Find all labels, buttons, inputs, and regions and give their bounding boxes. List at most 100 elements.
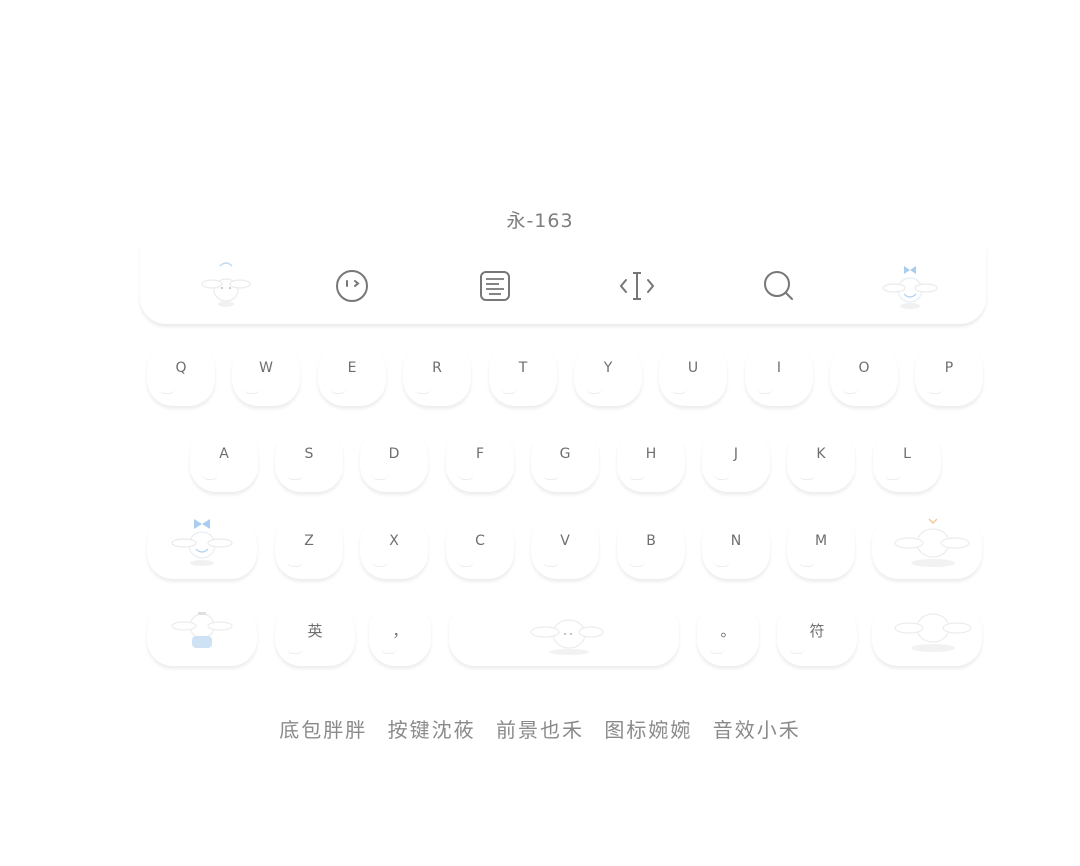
period-key[interactable]: 。 [697, 600, 759, 666]
key-decoration [927, 388, 943, 394]
key-label: T [518, 360, 528, 376]
key-n[interactable]: N [702, 513, 770, 579]
skin-title: 永-163 [506, 210, 574, 232]
key-decoration [714, 474, 730, 480]
cinnamoroll-bow-sticker-icon[interactable] [878, 256, 942, 316]
key-y[interactable]: Y [574, 340, 642, 406]
key-label: O [858, 360, 870, 376]
key-decoration [714, 561, 730, 567]
key-decoration [629, 474, 645, 480]
key-p[interactable]: P [915, 340, 983, 406]
key-v[interactable]: V [531, 513, 599, 579]
key-label: V [560, 533, 570, 549]
key-decoration [885, 474, 901, 480]
symbols-key[interactable]: 符 [777, 600, 857, 666]
key-label: 。 [720, 622, 736, 640]
key-label: Y [603, 360, 613, 376]
cinnamoroll-space-icon [530, 619, 604, 655]
key-b[interactable]: B [617, 513, 685, 579]
key-l[interactable]: L [873, 426, 941, 492]
key-decoration [789, 648, 805, 654]
key-t[interactable]: T [489, 340, 557, 406]
key-f[interactable]: F [446, 426, 514, 492]
keyboard-skin-preview: 永-163 Q W E R T Y U I O P A S D F G H J … [0, 0, 1080, 866]
key-label: U [687, 360, 699, 376]
key-label: J [733, 446, 739, 462]
key-decoration [671, 388, 687, 394]
enter-key[interactable] [872, 600, 982, 666]
key-k[interactable]: K [787, 426, 855, 492]
cinnamoroll-bow-icon [171, 519, 233, 566]
key-label: ， [392, 622, 408, 640]
keyboard-icon[interactable] [473, 264, 517, 308]
key-decoration [330, 388, 346, 394]
key-decoration [458, 474, 474, 480]
key-decoration [757, 388, 773, 394]
key-decoration [244, 388, 260, 394]
key-s[interactable]: S [275, 426, 343, 492]
key-decoration [159, 388, 175, 394]
key-label: Q [175, 360, 187, 376]
key-decoration [799, 561, 815, 567]
credit-icons: 图标婉婉 [604, 718, 693, 742]
key-decoration [629, 561, 645, 567]
key-label: G [559, 446, 571, 462]
key-g[interactable]: G [531, 426, 599, 492]
key-decoration [415, 388, 431, 394]
key-decoration [586, 388, 602, 394]
key-label: A [219, 446, 229, 462]
cinnamoroll-enter-icon [894, 613, 972, 652]
key-i[interactable]: I [745, 340, 813, 406]
key-label: L [903, 446, 911, 462]
cursor-icon[interactable] [615, 264, 659, 308]
key-m[interactable]: M [787, 513, 855, 579]
key-c[interactable]: C [446, 513, 514, 579]
key-label: P [944, 360, 954, 376]
key-label: B [646, 533, 656, 549]
search-icon[interactable] [757, 264, 801, 308]
key-u[interactable]: U [659, 340, 727, 406]
key-decoration [287, 561, 303, 567]
key-o[interactable]: O [830, 340, 898, 406]
credits-line: 底包胖胖 按键沈莜 前景也禾 图标婉婉 音效小禾 [0, 714, 1080, 743]
key-decoration [501, 388, 517, 394]
key-decoration [372, 561, 388, 567]
key-e[interactable]: E [318, 340, 386, 406]
key-label: R [432, 360, 442, 376]
keyboard-toolbar [140, 246, 986, 324]
key-decoration [287, 474, 303, 480]
key-z[interactable]: Z [275, 513, 343, 579]
key-label: H [645, 446, 657, 462]
comma-key[interactable]: ， [369, 600, 431, 666]
key-d[interactable]: D [360, 426, 428, 492]
key-label: Z [304, 533, 314, 549]
cinnamoroll-blue-icon [171, 612, 233, 648]
key-decoration [381, 648, 397, 654]
delete-key[interactable] [872, 513, 982, 579]
key-label: N [730, 533, 742, 549]
emoji-face-icon[interactable] [330, 264, 374, 308]
key-decoration [799, 474, 815, 480]
key-label: F [475, 446, 485, 462]
key-label: E [347, 360, 357, 376]
key-decoration [287, 648, 303, 654]
shift-key[interactable] [147, 513, 257, 579]
language-switch-key[interactable]: 英 [275, 600, 355, 666]
key-j[interactable]: J [702, 426, 770, 492]
credit-sound: 音效小禾 [712, 718, 801, 742]
space-key[interactable] [449, 600, 679, 666]
key-w[interactable]: W [232, 340, 300, 406]
credit-keys: 按键沈莜 [387, 718, 476, 742]
number-switch-key[interactable] [147, 600, 257, 666]
key-x[interactable]: X [360, 513, 428, 579]
cinnamoroll-sticker-icon[interactable] [196, 254, 256, 314]
key-label: K [816, 446, 826, 462]
key-q[interactable]: Q [147, 340, 215, 406]
key-h[interactable]: H [617, 426, 685, 492]
key-decoration [202, 474, 218, 480]
key-decoration [842, 388, 858, 394]
cinnamoroll-sleeping-icon [894, 518, 970, 567]
key-a[interactable]: A [190, 426, 258, 492]
key-r[interactable]: R [403, 340, 471, 406]
key-decoration [543, 561, 559, 567]
